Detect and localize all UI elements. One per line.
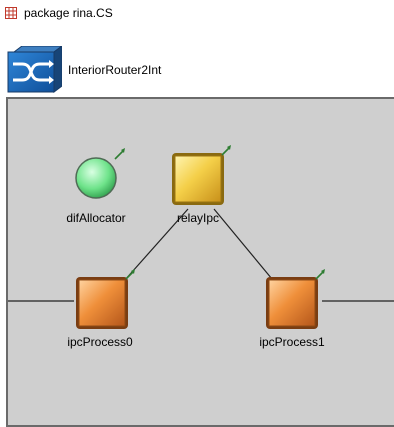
pin-icon [125, 269, 135, 280]
package-grid-icon [5, 7, 17, 19]
package-label: package rina.CS [24, 6, 113, 20]
network-canvas[interactable]: difAllocator relayIpc ipcProcess0 ipcPro… [6, 97, 394, 427]
difAllocator-label: difAllocator [66, 211, 126, 225]
relayIpc-node[interactable] [168, 145, 232, 209]
ipcProcess0-label: ipcProcess0 [67, 335, 133, 349]
module-header: InteriorRouter2Int [6, 46, 161, 94]
ipcProcess1-node[interactable] [262, 269, 326, 333]
router-switch-icon[interactable] [6, 46, 62, 94]
difAllocator-node[interactable] [72, 145, 136, 205]
package-header: package rina.CS [4, 4, 113, 22]
ipcProcess1-label: ipcProcess1 [259, 335, 325, 349]
relayIpc-label: relayIpc [176, 211, 220, 225]
ipcProcess0-node[interactable] [72, 269, 136, 333]
pin-icon [114, 148, 125, 160]
pin-icon [221, 145, 231, 156]
module-name: InteriorRouter2Int [68, 63, 162, 77]
pin-icon [315, 269, 325, 280]
